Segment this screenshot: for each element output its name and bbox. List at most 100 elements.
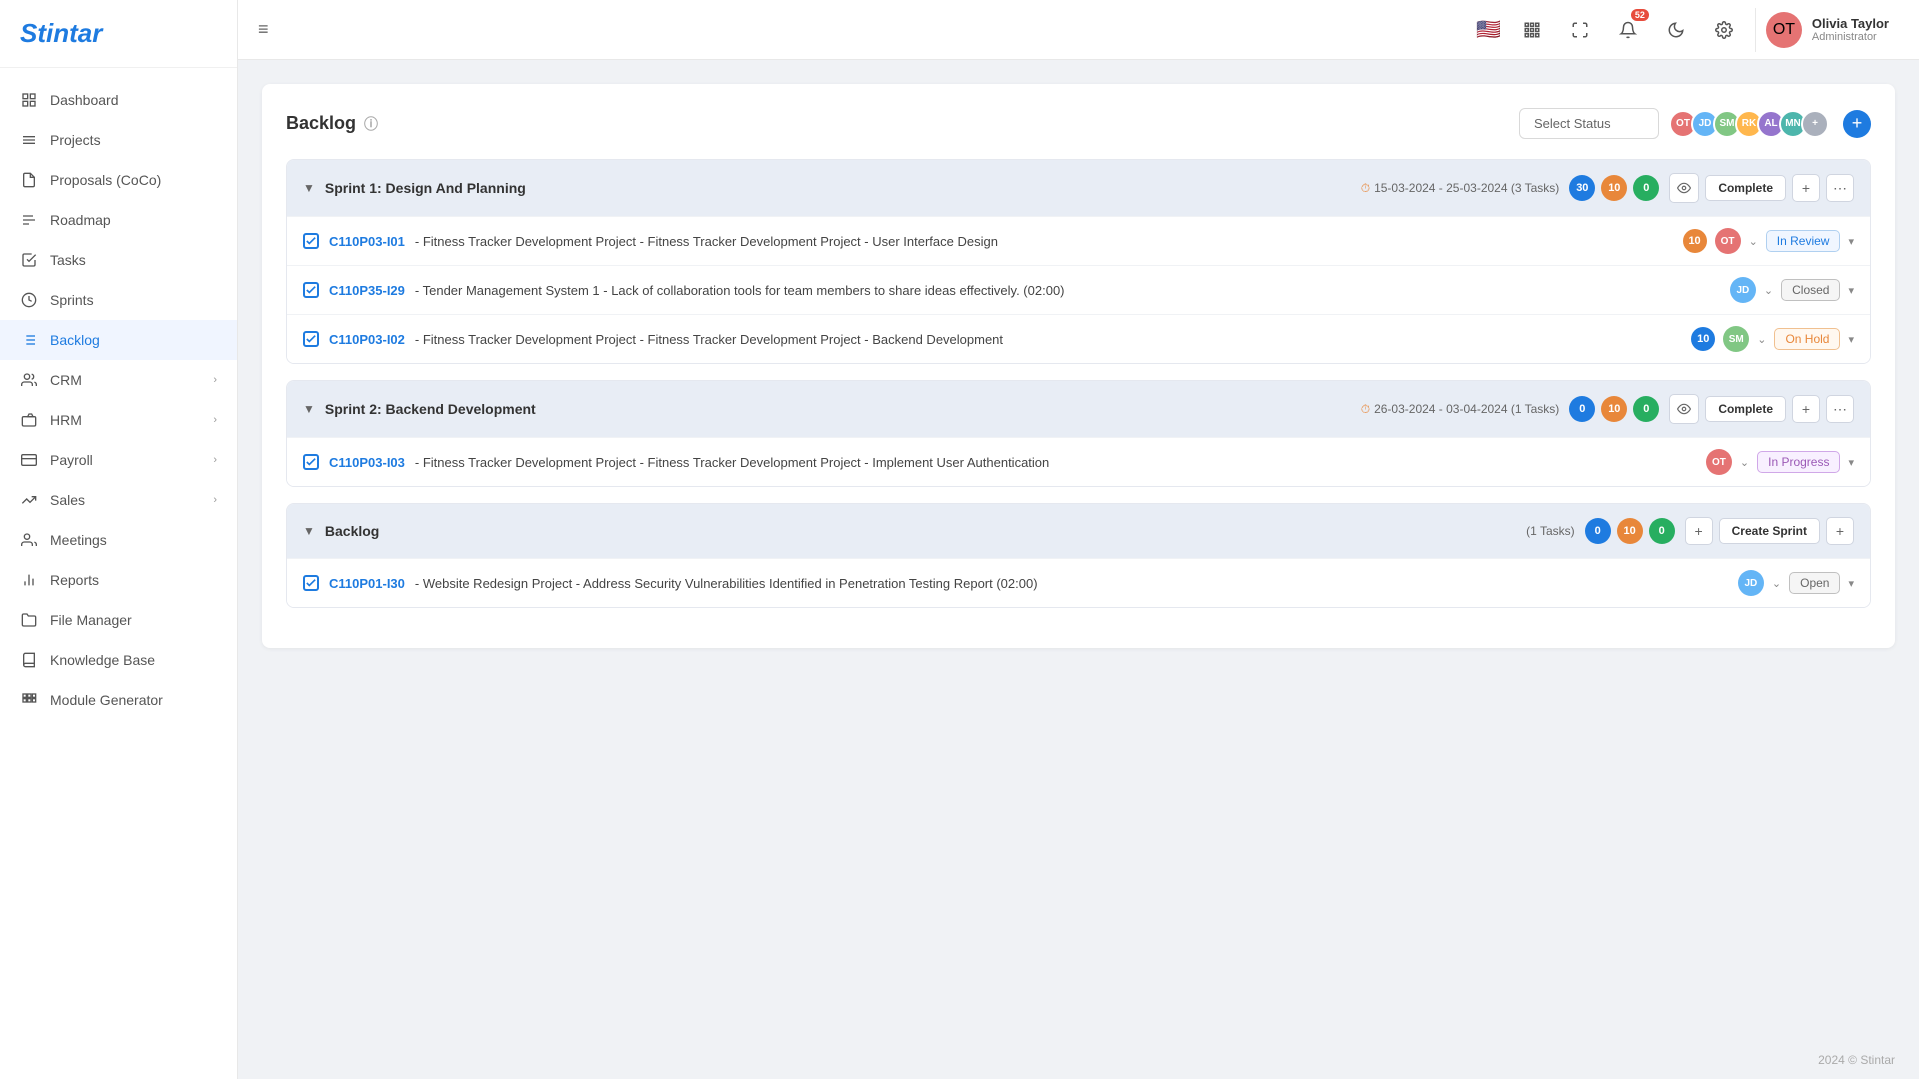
sprint-2-eye-button[interactable]	[1669, 394, 1699, 424]
backlog-task-1-meta: JD ⌄ Open ▾	[1738, 570, 1854, 596]
sprint-2-header[interactable]: ▼ Sprint 2: Backend Development ⏱ 26-03-…	[287, 381, 1870, 437]
sprint-1-task-2: C110P35-I29 - Tender Management System 1…	[287, 265, 1870, 314]
sidebar-item-reports[interactable]: Reports	[0, 560, 237, 600]
backlog-task-1-id[interactable]: C110P01-I30	[329, 576, 405, 591]
menu-toggle-button[interactable]: ≡	[258, 19, 269, 40]
apps-button[interactable]	[1515, 13, 1549, 47]
backlog-icon	[20, 331, 38, 349]
backlog-title: Backlog ⓘ	[286, 113, 378, 134]
sidebar-nav: Dashboard Projects Proposals (CoCo) Road…	[0, 68, 237, 732]
settings-button[interactable]	[1707, 13, 1741, 47]
sprint-1-task-3-checkbox[interactable]	[303, 331, 319, 347]
sidebar-item-meetings[interactable]: Meetings	[0, 520, 237, 560]
sidebar-item-modulegenerator[interactable]: Module Generator	[0, 680, 237, 720]
sprint-2-date-icon: ⏱	[1361, 402, 1370, 417]
sidebar-label-roadmap: Roadmap	[50, 212, 217, 228]
backlog-task-1-chevron[interactable]: ⌄	[1772, 577, 1781, 590]
content-area: Backlog ⓘ Select Status OT JD SM RK AL M…	[238, 60, 1919, 1041]
user-info: Olivia Taylor Administrator	[1812, 16, 1889, 43]
dark-mode-button[interactable]	[1659, 13, 1693, 47]
payroll-icon	[20, 451, 38, 469]
sprint-1-task-1-status-chevron[interactable]: ▾	[1848, 235, 1854, 248]
sprint-1-task-1-meta: 10 OT ⌄ In Review ▾	[1683, 228, 1854, 254]
sprint-1-complete-button[interactable]: Complete	[1705, 175, 1786, 201]
sprint-2-task-1-chevron[interactable]: ⌄	[1740, 456, 1749, 469]
sprint-1-task-2-status-chevron[interactable]: ▾	[1848, 284, 1854, 297]
sprint-2-title: Sprint 2: Backend Development	[325, 401, 1351, 417]
sidebar-item-proposals[interactable]: Proposals (CoCo)	[0, 160, 237, 200]
sprint-1-badges: 30 10 0	[1569, 175, 1659, 201]
backlog-task-1-status[interactable]: Open	[1789, 572, 1840, 594]
avatar-more: +	[1801, 110, 1829, 138]
sprint-2-task-1-id[interactable]: C110P03-I03	[329, 455, 405, 470]
sidebar-item-hrm[interactable]: HRM ›	[0, 400, 237, 440]
sprint-1-header[interactable]: ▼ Sprint 1: Design And Planning ⏱ 15-03-…	[287, 160, 1870, 216]
sprint-1-task-3-avatar: SM	[1723, 326, 1749, 352]
language-selector[interactable]: 🇺🇸	[1476, 17, 1501, 42]
backlog-info-icon[interactable]: ⓘ	[364, 114, 378, 134]
sidebar-item-tasks[interactable]: Tasks	[0, 240, 237, 280]
sprint-1-task-3-id[interactable]: C110P03-I02	[329, 332, 405, 347]
header-actions: 🇺🇸 52 OT Olivia Taylor Administ	[1476, 8, 1899, 52]
add-member-button[interactable]: +	[1843, 110, 1871, 138]
sprint-2-task-1-status-chevron[interactable]: ▾	[1848, 456, 1854, 469]
sprint-1-task-3-status[interactable]: On Hold	[1774, 328, 1840, 350]
sidebar-item-roadmap[interactable]: Roadmap	[0, 200, 237, 240]
hrm-chevron: ›	[213, 414, 217, 426]
crm-icon	[20, 371, 38, 389]
backlog-section-collapse-icon: ▼	[303, 524, 315, 538]
sidebar-item-backlog[interactable]: Backlog	[0, 320, 237, 360]
filemanager-icon	[20, 611, 38, 629]
sprint-2-add-button[interactable]: +	[1792, 395, 1820, 423]
sprint-1-task-1-desc: - Fitness Tracker Development Project - …	[415, 234, 1673, 249]
create-sprint-button[interactable]: Create Sprint	[1719, 518, 1820, 544]
sprint-1-badge-blue: 30	[1569, 175, 1595, 201]
backlog-task-1-checkbox[interactable]	[303, 575, 319, 591]
sidebar-label-crm: CRM	[50, 372, 201, 388]
sprint-1-add-button[interactable]: +	[1792, 174, 1820, 202]
backlog-section-more-button[interactable]: +	[1826, 517, 1854, 545]
sidebar-label-sprints: Sprints	[50, 292, 217, 308]
sprint-1-task-3-chevron[interactable]: ⌄	[1757, 333, 1766, 346]
user-profile[interactable]: OT Olivia Taylor Administrator	[1755, 8, 1899, 52]
sidebar-item-payroll[interactable]: Payroll ›	[0, 440, 237, 480]
sprint-1-task-2-chevron[interactable]: ⌄	[1764, 284, 1773, 297]
sidebar-item-sprints[interactable]: Sprints	[0, 280, 237, 320]
sprint-1-task-1-checkbox[interactable]	[303, 233, 319, 249]
sprint-1-task-1-priority: 10	[1683, 229, 1707, 253]
sprint-2-task-1-checkbox[interactable]	[303, 454, 319, 470]
backlog-section-header[interactable]: ▼ Backlog (1 Tasks) 0 10 0 + Create Spri…	[287, 504, 1870, 558]
notifications-button[interactable]: 52	[1611, 13, 1645, 47]
sprint-1-task-1-chevron[interactable]: ⌄	[1749, 235, 1758, 248]
sidebar-label-hrm: HRM	[50, 412, 201, 428]
sprint-1-task-2-status[interactable]: Closed	[1781, 279, 1840, 301]
sidebar-item-filemanager[interactable]: File Manager	[0, 600, 237, 640]
backlog-badge-orange: 10	[1617, 518, 1643, 544]
sprint-1-more-button[interactable]: ⋯	[1826, 174, 1854, 202]
sprint-2-complete-button[interactable]: Complete	[1705, 396, 1786, 422]
sprint-2-task-1-avatar: OT	[1706, 449, 1732, 475]
sidebar-item-projects[interactable]: Projects	[0, 120, 237, 160]
sprint-2-task-1-status[interactable]: In Progress	[1757, 451, 1840, 473]
sprint-1-task-1-status[interactable]: In Review	[1766, 230, 1841, 252]
backlog-badge-green: 0	[1649, 518, 1675, 544]
sidebar-item-sales[interactable]: Sales ›	[0, 480, 237, 520]
sidebar-item-crm[interactable]: CRM ›	[0, 360, 237, 400]
sidebar-item-dashboard[interactable]: Dashboard	[0, 80, 237, 120]
sprint-1-task-3-status-chevron[interactable]: ▾	[1848, 333, 1854, 346]
fullscreen-button[interactable]	[1563, 13, 1597, 47]
avatar-group: OT JD SM RK AL MN +	[1669, 110, 1829, 138]
sprint-1-task-1-id[interactable]: C110P03-I01	[329, 234, 405, 249]
sales-icon	[20, 491, 38, 509]
sprint-1-task-2-id[interactable]: C110P35-I29	[329, 283, 405, 298]
backlog-section-add-button[interactable]: +	[1685, 517, 1713, 545]
header: ≡ 🇺🇸 52 OT Olivia Taylor	[238, 0, 1919, 60]
sidebar-label-sales: Sales	[50, 492, 201, 508]
status-select[interactable]: Select Status	[1519, 108, 1659, 139]
sprint-1-task-2-checkbox[interactable]	[303, 282, 319, 298]
sprint-2-more-button[interactable]: ⋯	[1826, 395, 1854, 423]
sprint-1-task-3-meta: 10 SM ⌄ On Hold ▾	[1691, 326, 1854, 352]
sprint-1-eye-button[interactable]	[1669, 173, 1699, 203]
backlog-task-1-status-chevron[interactable]: ▾	[1848, 577, 1854, 590]
sidebar-item-knowledgebase[interactable]: Knowledge Base	[0, 640, 237, 680]
